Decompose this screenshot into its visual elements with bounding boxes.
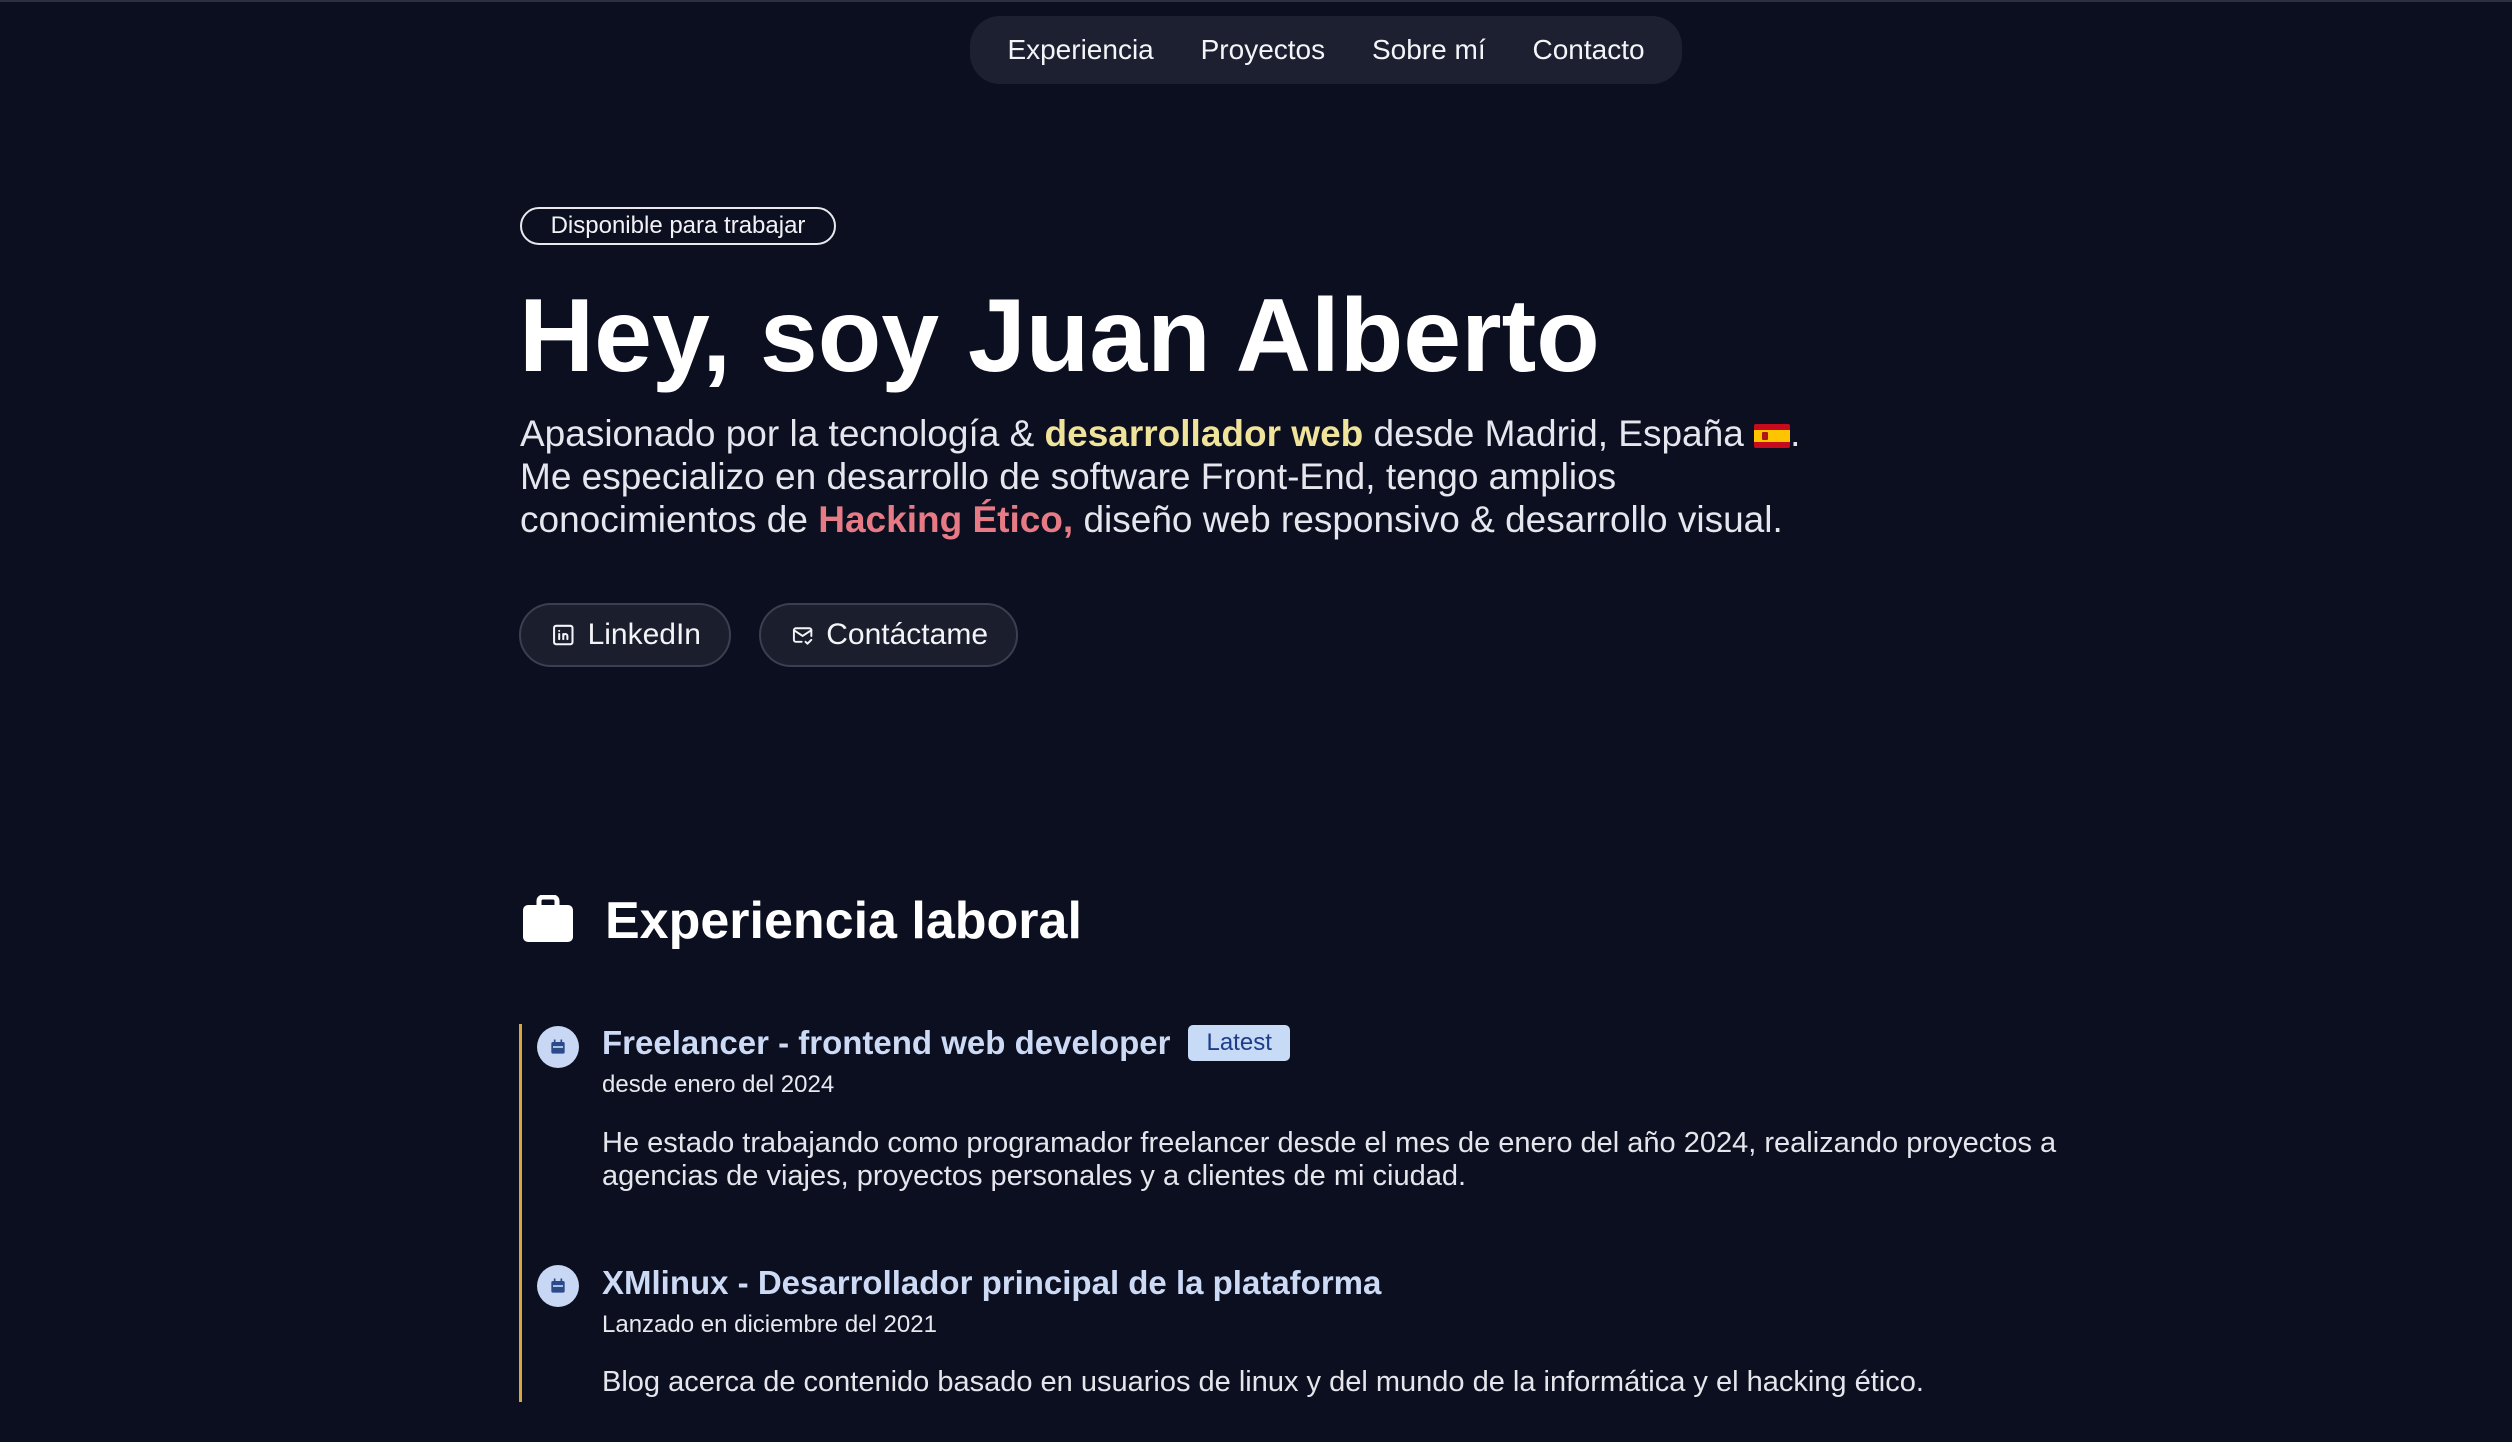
job-title-text: Freelancer - frontend web developer	[602, 1024, 1171, 1061]
calendar-icon	[537, 1026, 579, 1068]
linkedin-button[interactable]: LinkedIn	[519, 603, 731, 667]
latest-badge: Latest	[1188, 1025, 1290, 1061]
desc-text-1: Apasionado por la tecnología &	[520, 413, 1045, 454]
briefcase-icon	[523, 895, 573, 942]
job-title-text: XMlinux - Desarrollador principal de la …	[602, 1264, 1382, 1301]
desc-text-4: diseño web responsivo & desarrollo visua…	[1073, 499, 1783, 540]
top-border	[0, 0, 2512, 2]
job-date: Lanzado en diciembre del 2021	[602, 1311, 937, 1338]
job-title: XMlinux - Desarrollador principal de la …	[602, 1263, 1381, 1303]
contact-label: Contáctame	[826, 618, 988, 651]
job-date: desde enero del 2024	[602, 1071, 835, 1098]
mail-check-icon	[792, 627, 813, 645]
spain-flag-icon	[1754, 424, 1791, 448]
hero-title: Hey, soy Juan Alberto	[519, 278, 1600, 394]
desc-highlight-hacking: Hacking Ético,	[818, 499, 1074, 540]
section-title-experience: Experiencia laboral	[605, 892, 1082, 950]
timeline-line	[519, 1024, 522, 1402]
linkedin-label: LinkedIn	[587, 618, 701, 651]
job-title: Freelancer - frontend web developer Lates…	[602, 1023, 1290, 1063]
nav-link-sobre-mi[interactable]: Sobre mí	[1360, 34, 1498, 66]
hero-description: Apasionado por la tecnología & desarroll…	[520, 412, 1820, 541]
job-description: He estado trabajando como programador fr…	[602, 1127, 2057, 1192]
desc-text-2: desde Madrid, España	[1363, 413, 1755, 454]
main-nav: Experiencia Proyectos Sobre mí Contacto	[970, 16, 1682, 84]
nav-link-proyectos[interactable]: Proyectos	[1189, 34, 1338, 66]
calendar-icon	[537, 1265, 579, 1307]
job-description: Blog acerca de contenido basado en usuar…	[602, 1366, 1924, 1398]
contact-button[interactable]: Contáctame	[759, 603, 1018, 667]
nav-link-experiencia[interactable]: Experiencia	[995, 34, 1165, 66]
linkedin-icon	[553, 624, 574, 646]
desc-highlight-web-dev: desarrollador web	[1044, 413, 1364, 454]
availability-badge: Disponible para trabajar	[520, 207, 836, 245]
nav-link-contacto[interactable]: Contacto	[1520, 34, 1656, 66]
